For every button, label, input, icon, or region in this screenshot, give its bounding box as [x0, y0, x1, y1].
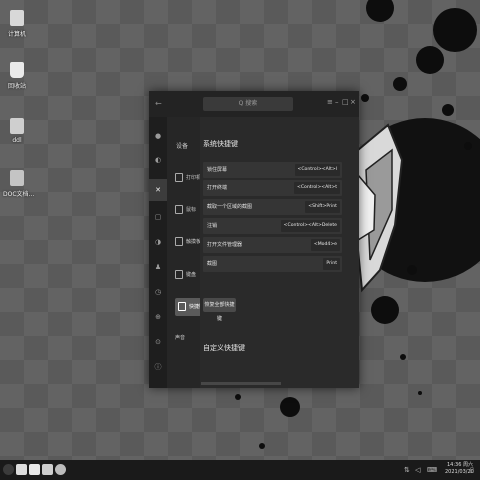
- shortcut-row[interactable]: 打开终端 <Control><Alt>t: [203, 180, 342, 196]
- settings-window: ← Q 搜索 ≡ – □ × ● ◐ ✕ ▢ ◑ ♟ ◷ ⊕ ⊙ ⓘ 设备 打印…: [149, 91, 359, 388]
- clock-date: 2021/03/20: [445, 469, 474, 475]
- maximize-button[interactable]: □: [342, 98, 349, 106]
- shortcut-row[interactable]: 打开文件管理器 <Mod4>e: [203, 237, 342, 253]
- document-icon: [10, 170, 24, 186]
- shortcut-row[interactable]: 截图 Print: [203, 256, 342, 272]
- network-tray-icon[interactable]: ⇅: [404, 466, 410, 474]
- desktop-icon-ddl[interactable]: ddl: [3, 118, 31, 144]
- display-icon[interactable]: ◐: [153, 155, 163, 165]
- device-icon[interactable]: ✕: [149, 179, 167, 201]
- info-icon[interactable]: ⓘ: [153, 362, 163, 372]
- power-icon[interactable]: ⊕: [153, 312, 163, 322]
- trash-icon: [10, 62, 24, 78]
- launcher-icon[interactable]: [3, 464, 14, 475]
- back-button[interactable]: ←: [155, 99, 162, 108]
- keyboard-icon: [175, 270, 183, 279]
- custom-shortcuts-title: 自定义快捷键: [203, 344, 245, 352]
- multitask-icon[interactable]: [16, 464, 27, 475]
- computer-icon: [10, 10, 24, 26]
- file-manager-icon[interactable]: [29, 464, 40, 475]
- desktop-icon-doc[interactable]: DOC文档...: [3, 170, 34, 198]
- network-icon[interactable]: ▢: [153, 212, 163, 222]
- mouse-icon: [175, 205, 183, 214]
- notification-icon[interactable]: ▯: [470, 466, 474, 474]
- file-icon: [10, 118, 24, 134]
- settings-app-icon[interactable]: [55, 464, 66, 475]
- account-icon[interactable]: ●: [153, 131, 163, 141]
- shortcut-row[interactable]: 锁住屏幕 <Control><Alt>l: [203, 162, 342, 178]
- content-bottom-bar: [201, 382, 281, 385]
- window-titlebar: ← Q 搜索 ≡ – □ ×: [149, 91, 359, 117]
- time-icon[interactable]: ◷: [153, 287, 163, 297]
- touchpad-icon: [175, 237, 183, 246]
- taskbar: ⇅ ◁ ⌨ 14:36 周六 2021/03/20 ▯: [0, 460, 480, 480]
- search-input[interactable]: Q 搜索: [203, 97, 293, 111]
- restore-all-shortcuts-button[interactable]: 恢复全部快捷键: [203, 298, 236, 322]
- input-method-tray-icon[interactable]: ⌨: [427, 466, 437, 474]
- browser-icon[interactable]: [42, 464, 53, 475]
- shortcut-icon: [178, 302, 186, 311]
- shortcut-row[interactable]: 截取一个区域的截图 <Shift>Print: [203, 199, 342, 215]
- printer-icon: [175, 173, 183, 182]
- category-panel: 设备 打印机 鼠标 触摸板 键盘 快捷键 声音: [167, 117, 208, 388]
- menu-button[interactable]: ≡: [327, 98, 333, 106]
- taskbar-clock[interactable]: 14:36 周六 2021/03/20: [445, 462, 474, 476]
- clock-time: 14:36 周六: [447, 462, 473, 468]
- desktop-icon-trash[interactable]: 回收站: [3, 62, 31, 90]
- shortcuts-content: 系统快捷键 锁住屏幕 <Control><Alt>l 打开终端 <Control…: [200, 117, 359, 388]
- user-icon[interactable]: ♟: [153, 262, 163, 272]
- system-shortcuts-title: 系统快捷键: [203, 140, 238, 148]
- minimize-button[interactable]: –: [335, 98, 339, 106]
- shortcut-row[interactable]: 注销 <Control><Alt>Delete: [203, 218, 342, 234]
- sound-icon[interactable]: ◑: [153, 237, 163, 247]
- volume-tray-icon[interactable]: ◁: [415, 466, 420, 474]
- close-button[interactable]: ×: [350, 98, 356, 106]
- desktop-icon-computer[interactable]: 计算机: [3, 10, 31, 38]
- category-title: 设备: [176, 143, 189, 150]
- settings-icon-rail: ● ◐ ✕ ▢ ◑ ♟ ◷ ⊕ ⊙ ⓘ: [149, 117, 167, 388]
- update-icon[interactable]: ⊙: [153, 337, 163, 347]
